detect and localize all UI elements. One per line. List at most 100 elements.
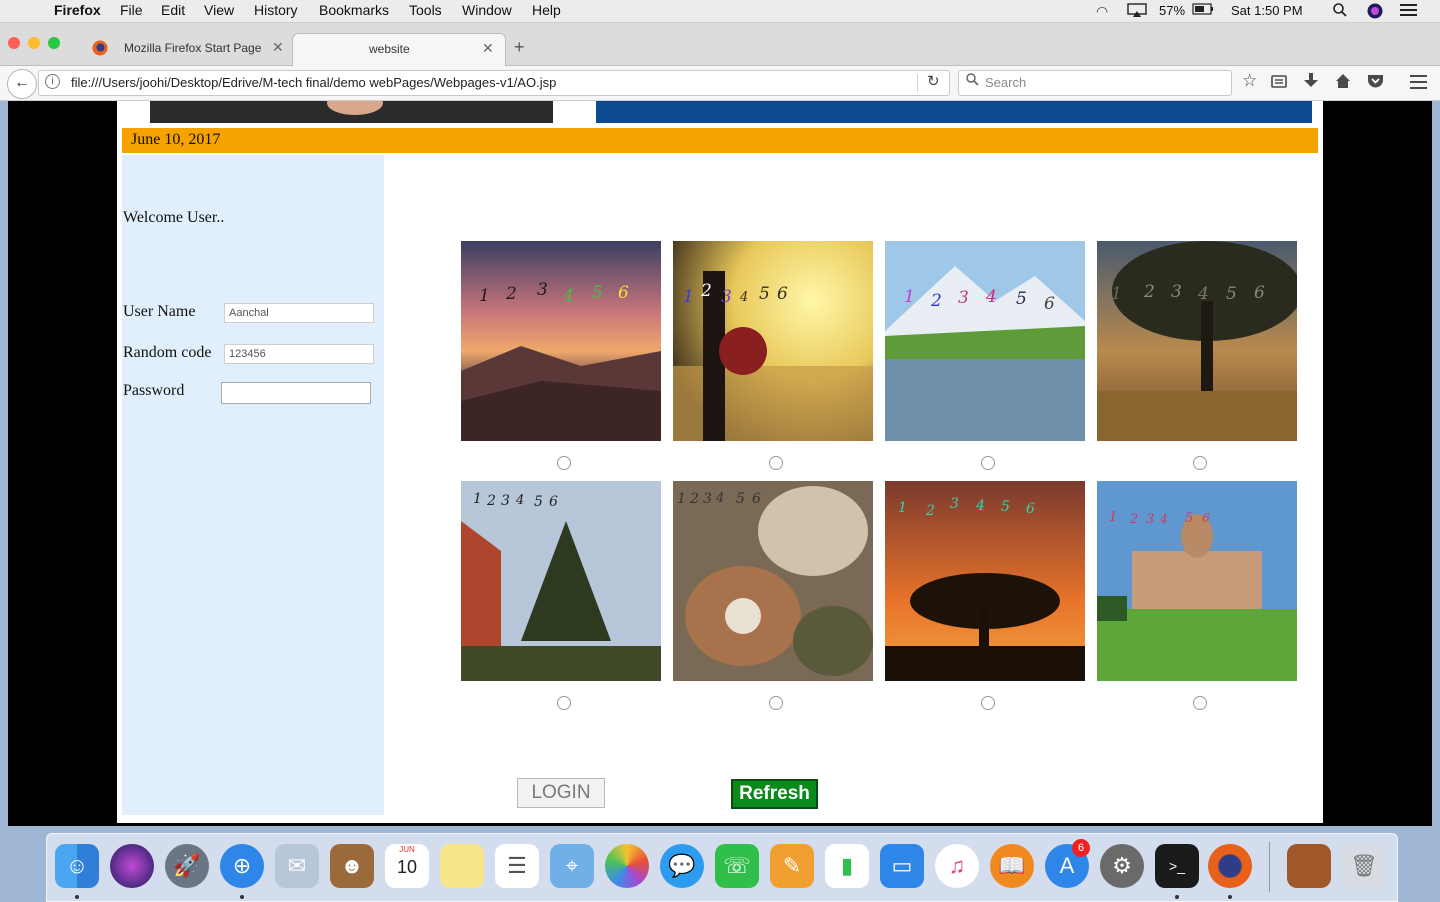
minimize-window-button[interactable] — [28, 37, 40, 49]
maps-icon[interactable]: ⌖ — [550, 844, 594, 888]
reminders-icon[interactable]: ☰ — [495, 844, 539, 888]
keynote-icon[interactable]: ▭ — [880, 844, 924, 888]
image-digit: 2 — [1130, 512, 1139, 527]
menu-view[interactable]: View — [204, 2, 234, 18]
mail-icon[interactable]: ✉ — [275, 844, 319, 888]
bookmark-star-icon[interactable]: ☆ — [1242, 71, 1257, 91]
home-icon[interactable] — [1335, 73, 1351, 94]
image-orange-sunset-tree[interactable] — [885, 481, 1085, 681]
image-lone-tree[interactable] — [1097, 241, 1297, 441]
contacts-icon[interactable]: ☻ — [330, 844, 374, 888]
running-indicator — [1228, 895, 1232, 899]
system-preferences-icon[interactable]: ⚙ — [1100, 844, 1144, 888]
messages-icon[interactable]: 💬 — [660, 844, 704, 888]
username-field[interactable]: Aanchal — [224, 303, 374, 323]
download-icon[interactable] — [1304, 73, 1318, 94]
running-indicator — [75, 895, 79, 899]
close-tab-icon[interactable]: ✕ — [272, 39, 284, 56]
image-digit: 1 — [473, 491, 482, 507]
close-tab-icon[interactable]: ✕ — [482, 40, 494, 57]
image-digit: 6 — [1202, 511, 1210, 525]
notification-center-icon[interactable] — [1400, 3, 1417, 20]
image-digit: 6 — [549, 494, 558, 510]
battery-percent[interactable]: 57% — [1159, 3, 1185, 18]
image-palace[interactable] — [1097, 481, 1297, 681]
firefox-icon[interactable] — [1208, 844, 1252, 888]
safari-icon[interactable]: ⊕ — [220, 844, 264, 888]
image-digit: 4 — [976, 498, 985, 514]
search-input[interactable]: Search — [958, 70, 1232, 96]
image-digit: 1 — [1109, 510, 1118, 525]
random-code-field[interactable]: 123456 — [224, 344, 374, 364]
hamburger-menu-icon[interactable] — [1410, 74, 1427, 94]
navigation-bar: ← i file:///Users/joohi/Desktop/Edrive/M… — [0, 66, 1440, 101]
password-field[interactable] — [221, 382, 371, 404]
menu-history[interactable]: History — [254, 2, 298, 18]
tab-firefox-start[interactable]: Mozilla Firefox Start Page ✕ — [80, 33, 290, 65]
document-thumbnail-icon[interactable] — [1287, 844, 1331, 888]
image-radio-1[interactable] — [557, 456, 571, 470]
siri-icon[interactable] — [110, 844, 154, 888]
image-radio-3[interactable] — [981, 456, 995, 470]
image-digit: 6 — [1044, 294, 1055, 314]
login-sidebar: Welcome User.. User Name Aanchal Random … — [122, 155, 384, 815]
zoom-window-button[interactable] — [48, 37, 60, 49]
app-store-badge: 6 — [1072, 839, 1090, 857]
terminal-icon[interactable]: >_ — [1155, 844, 1199, 888]
reading-list-icon[interactable] — [1271, 73, 1287, 94]
image-digit: 6 — [752, 491, 761, 507]
siri-icon[interactable] — [1367, 3, 1383, 22]
menu-file[interactable]: File — [120, 2, 143, 18]
finder-icon[interactable]: ☺ — [55, 844, 99, 888]
image-digit: 1 — [1111, 284, 1122, 304]
image-digit: 5 — [759, 284, 770, 304]
notes-icon[interactable] — [440, 844, 484, 888]
menu-tools[interactable]: Tools — [409, 2, 442, 18]
image-mountain-lake[interactable] — [885, 241, 1085, 441]
url-bar[interactable]: i file:///Users/joohi/Desktop/Edrive/M-t… — [38, 70, 950, 96]
image-radio-6[interactable] — [769, 696, 783, 710]
image-sunset-hills[interactable] — [461, 241, 661, 441]
menu-bookmarks[interactable]: Bookmarks — [319, 2, 389, 18]
new-tab-icon[interactable]: + — [514, 37, 525, 58]
image-beads-basket[interactable] — [673, 481, 873, 681]
facetime-icon[interactable]: ☏ — [715, 844, 759, 888]
image-radio-2[interactable] — [769, 456, 783, 470]
battery-icon[interactable] — [1192, 3, 1214, 18]
image-digit: 6 — [1254, 283, 1265, 303]
ibooks-icon[interactable]: 📖 — [990, 844, 1034, 888]
image-pine-tree[interactable] — [461, 481, 661, 681]
calendar-icon[interactable]: JUN 10 — [385, 844, 429, 888]
image-radio-4[interactable] — [1193, 456, 1207, 470]
menu-clock[interactable]: Sat 1:50 PM — [1231, 3, 1303, 18]
numbers-icon[interactable]: ▮ — [825, 844, 869, 888]
close-window-button[interactable] — [8, 37, 20, 49]
site-info-icon[interactable]: i — [45, 74, 60, 89]
reload-icon[interactable]: ↻ — [927, 72, 940, 90]
image-radio-8[interactable] — [1193, 696, 1207, 710]
url-text[interactable]: file:///Users/joohi/Desktop/Edrive/M-tec… — [71, 75, 556, 90]
airplay-icon[interactable] — [1127, 3, 1147, 20]
back-button[interactable]: ← — [7, 69, 37, 99]
image-flower-lake[interactable] — [673, 241, 873, 441]
menu-window[interactable]: Window — [462, 2, 512, 18]
launchpad-icon[interactable]: 🚀 — [165, 844, 209, 888]
image-digit: 4 — [1160, 512, 1168, 526]
wifi-icon[interactable]: ◠ — [1096, 3, 1108, 20]
itunes-icon[interactable]: ♫ — [935, 844, 979, 888]
menu-app-name[interactable]: Firefox — [54, 2, 101, 18]
photos-icon[interactable] — [605, 844, 649, 888]
trash-icon[interactable]: 🗑 — [1342, 844, 1386, 888]
pages-icon[interactable]: ✎ — [770, 844, 814, 888]
menu-edit[interactable]: Edit — [161, 2, 185, 18]
image-radio-7[interactable] — [981, 696, 995, 710]
image-digit: 5 — [1185, 511, 1194, 526]
refresh-button[interactable]: Refresh — [731, 779, 818, 809]
image-radio-5[interactable] — [557, 696, 571, 710]
menu-help[interactable]: Help — [532, 2, 561, 18]
login-button[interactable]: LOGIN — [517, 778, 605, 808]
spotlight-icon[interactable] — [1333, 3, 1347, 20]
tab-website[interactable]: website ✕ — [292, 33, 506, 66]
image-digit: 5 — [1016, 289, 1027, 309]
pocket-icon[interactable] — [1367, 73, 1384, 94]
